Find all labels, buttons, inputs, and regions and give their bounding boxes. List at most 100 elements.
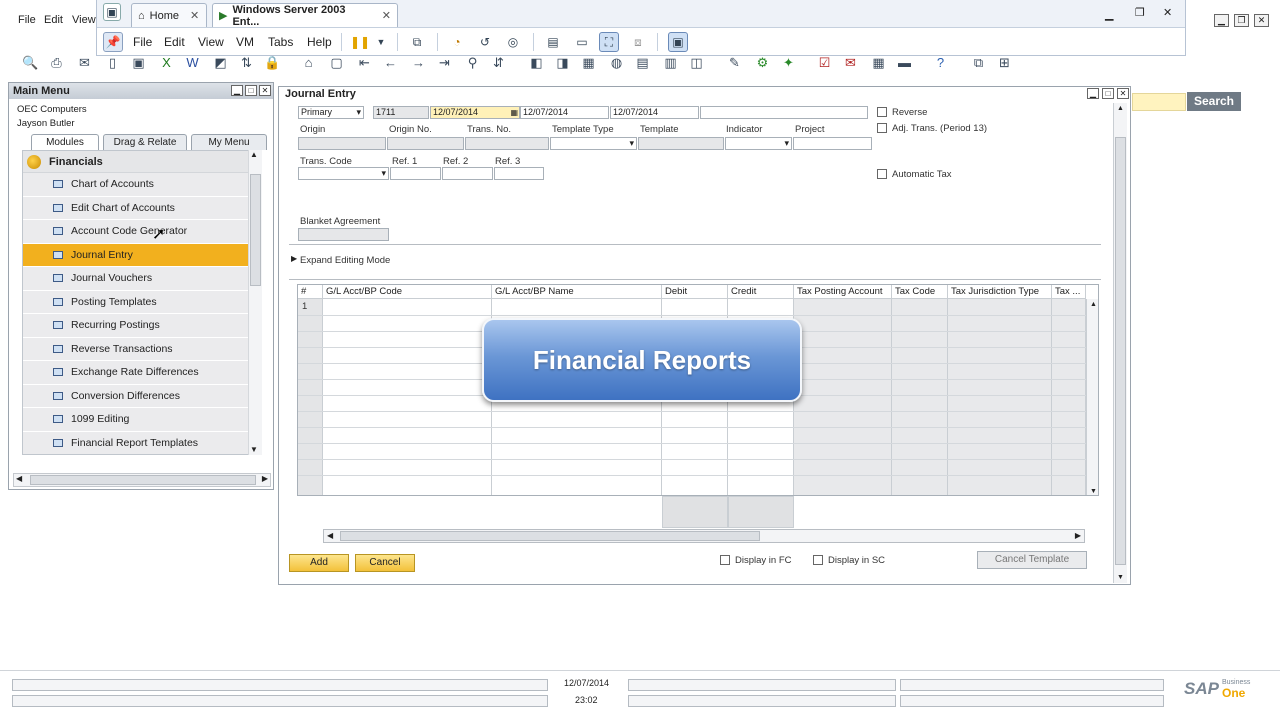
dropdown-arrow-icon[interactable]: ▼ (371, 32, 391, 52)
ref3-field[interactable] (494, 167, 544, 180)
menu-item-journal-vouchers[interactable]: Journal Vouchers (23, 267, 261, 291)
main-menu-vertical-scrollbar[interactable]: ▲ ▼ (248, 150, 262, 455)
main-menu-close-icon[interactable]: ✕ (259, 85, 271, 96)
je-vertical-scrollbar[interactable]: ▲ ▼ (1113, 103, 1127, 583)
adj-trans-checkbox[interactable] (877, 123, 887, 133)
cancel-template-button[interactable]: Cancel Template (977, 551, 1087, 569)
expand-arrow-icon[interactable]: ▶ (291, 254, 297, 263)
message-icon[interactable]: ✉ (842, 54, 859, 71)
scroll-thumb[interactable] (1115, 137, 1126, 565)
trans-code-select[interactable] (298, 167, 389, 180)
email-icon[interactable]: ✉ (76, 54, 93, 71)
display-sc-checkbox[interactable] (813, 555, 823, 565)
col-header-acct-name[interactable]: G/L Acct/BP Name (492, 285, 662, 299)
module-header-financials[interactable]: Financials (23, 151, 261, 173)
je-maximize-icon[interactable]: □ (1102, 88, 1114, 99)
base-document-icon[interactable]: ◧ (528, 54, 545, 71)
alert-icon[interactable]: ☑ (816, 54, 833, 71)
scroll-up-icon[interactable]: ▲ (250, 150, 258, 159)
print-preview-icon[interactable]: 🔍 (22, 54, 39, 71)
series-select[interactable]: Primary (298, 106, 364, 119)
console-view-icon[interactable]: ▭ (572, 32, 592, 52)
print-icon[interactable]: ⎙ (48, 54, 65, 71)
tab-windows-server-close-icon[interactable]: ✕ (382, 9, 391, 22)
menu-item-1099-editing[interactable]: 1099 Editing (23, 408, 261, 432)
network-icon[interactable]: ⧉ (407, 32, 427, 52)
excel-icon[interactable]: X (158, 54, 175, 71)
main-menu-maximize-icon[interactable]: □ (245, 85, 257, 96)
je-close-icon[interactable]: ✕ (1117, 88, 1129, 99)
main-menu-horizontal-scrollbar[interactable]: ◀ ▶ (13, 473, 271, 487)
scroll-down-icon[interactable]: ▼ (250, 445, 258, 454)
tab-home[interactable]: ⌂ Home ✕ (131, 3, 207, 27)
je-minimize-icon[interactable]: ▁ (1087, 88, 1099, 99)
project-field[interactable] (793, 137, 872, 150)
find-icon[interactable]: ⌂ (300, 54, 317, 71)
vm-menu-help[interactable]: Help (307, 35, 332, 49)
menu-item-posting-templates[interactable]: Posting Templates (23, 290, 261, 314)
scroll-right-icon[interactable]: ▶ (262, 474, 268, 483)
tab-modules[interactable]: Modules (31, 134, 99, 150)
main-menu-minimize-icon[interactable]: ▁ (231, 85, 243, 96)
payment-icon[interactable]: ◍ (608, 54, 625, 71)
previous-record-icon[interactable]: ← (382, 54, 399, 71)
pause-icon[interactable]: ❚❚ (350, 32, 370, 52)
pdf-icon[interactable]: ◩ (212, 54, 229, 71)
first-record-icon[interactable]: ⇤ (356, 54, 373, 71)
sms-icon[interactable]: ▯ (104, 54, 121, 71)
vm-app-icon[interactable]: ▣ (103, 3, 121, 21)
reverse-checkbox[interactable] (877, 107, 887, 117)
col-header-tax-jurisdiction-type[interactable]: Tax Jurisdiction Type (948, 285, 1052, 299)
vm-restore-icon[interactable]: ❐ (1135, 6, 1145, 19)
tab-drag-relate[interactable]: Drag & Relate (103, 134, 187, 150)
minimize-icon[interactable]: ▁ (1214, 14, 1229, 27)
ref1-field[interactable] (390, 167, 441, 180)
last-record-icon[interactable]: ⇥ (436, 54, 453, 71)
target-document-icon[interactable]: ◨ (554, 54, 571, 71)
col-header-credit[interactable]: Credit (728, 285, 794, 299)
unity-icon[interactable]: ⧈ (628, 32, 648, 52)
expand-editing-mode-link[interactable]: Expand Editing Mode (300, 255, 390, 266)
vm-menu-view[interactable]: View (198, 35, 224, 49)
scroll-up-icon[interactable]: ▲ (1090, 301, 1097, 308)
pin-icon[interactable]: 📌 (103, 32, 123, 52)
calendar-icon[interactable]: ▦ (510, 107, 518, 118)
menu-item-conversion-differences[interactable]: Conversion Differences (23, 384, 261, 408)
form-settings-icon[interactable]: ▥ (662, 54, 679, 71)
tab-my-menu[interactable]: My Menu (191, 134, 267, 150)
scroll-down-icon[interactable]: ▼ (1117, 574, 1124, 581)
revert-snapshot-icon[interactable]: ↺ (475, 32, 495, 52)
filter-icon[interactable]: ⚲ (464, 54, 481, 71)
fullscreen-icon[interactable]: ⛶ (599, 32, 619, 52)
next-record-icon[interactable]: → (410, 54, 427, 71)
layout-designer-icon[interactable]: ◫ (688, 54, 705, 71)
col-header-debit[interactable]: Debit (662, 285, 728, 299)
restore-icon[interactable]: ❐ (1234, 14, 1249, 27)
vm-menu-vm[interactable]: VM (236, 35, 254, 49)
due-date-field[interactable]: 12/07/2014 (520, 106, 609, 119)
indicator-select[interactable] (725, 137, 792, 150)
menu-item-account-code-generator[interactable]: Account Code Generator (23, 220, 261, 244)
scroll-thumb[interactable] (340, 531, 760, 541)
snapshot-icon[interactable]: ◔ (447, 32, 467, 52)
template-type-select[interactable] (550, 137, 637, 150)
scroll-left-icon[interactable]: ◀ (16, 474, 22, 483)
ref2-field[interactable] (442, 167, 493, 180)
add-button[interactable]: Add (289, 554, 349, 572)
grid-horizontal-scrollbar[interactable]: ◀ ▶ (323, 529, 1085, 543)
search-input[interactable] (1132, 93, 1186, 111)
scroll-thumb[interactable] (30, 475, 256, 485)
window-tile-icon[interactable]: ⊞ (996, 54, 1013, 71)
scroll-left-icon[interactable]: ◀ (327, 531, 333, 540)
menu-item-edit-chart-of-accounts[interactable]: Edit Chart of Accounts (23, 196, 261, 220)
document-date-field[interactable]: 12/07/2014 (610, 106, 699, 119)
word-icon[interactable]: W (184, 54, 201, 71)
menu-view[interactable]: View (72, 14, 96, 26)
menu-item-exchange-rate-differences[interactable]: Exchange Rate Differences (23, 361, 261, 385)
menu-item-journal-entry[interactable]: Journal Entry (23, 243, 261, 267)
cancel-button[interactable]: Cancel (355, 554, 415, 572)
col-header-acct-code[interactable]: G/L Acct/BP Code (323, 285, 492, 299)
acct-code-column[interactable] (323, 299, 492, 495)
gross-profit-icon[interactable]: ▤ (634, 54, 651, 71)
lock-icon[interactable]: 🔒 (264, 54, 281, 71)
